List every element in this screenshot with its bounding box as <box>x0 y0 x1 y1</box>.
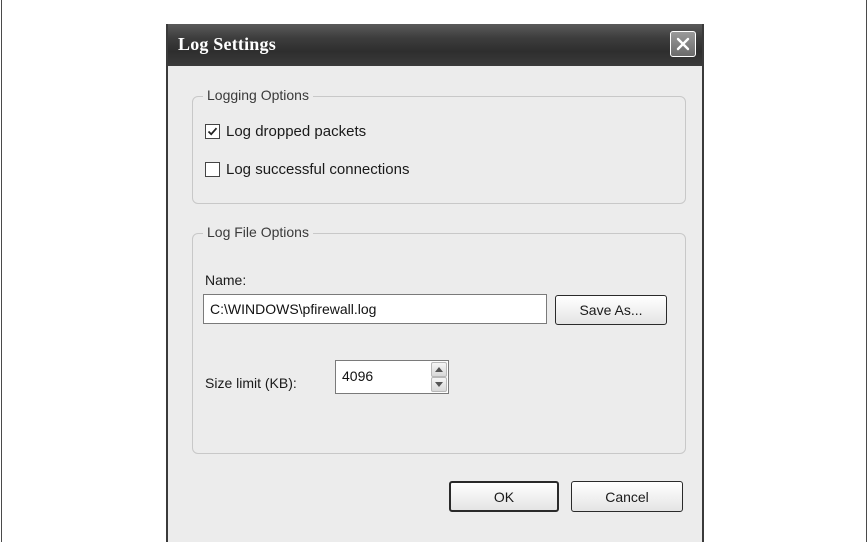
size-limit-value[interactable]: 4096 <box>342 368 373 384</box>
log-successful-connections-option[interactable]: Log successful connections <box>205 161 409 178</box>
spin-up-button[interactable] <box>431 362 447 377</box>
log-successful-connections-checkbox[interactable] <box>205 162 220 177</box>
log-dropped-packets-option[interactable]: Log dropped packets <box>205 123 366 140</box>
checkmark-icon <box>207 127 218 136</box>
log-dropped-packets-label: Log dropped packets <box>226 123 367 140</box>
cancel-label: Cancel <box>605 488 649 505</box>
log-file-options-legend: Log File Options <box>203 224 313 240</box>
title-bar[interactable]: Log Settings <box>168 24 702 66</box>
size-limit-spinner[interactable]: 4096 <box>335 360 449 394</box>
log-file-path-input[interactable] <box>203 294 547 324</box>
log-file-options-group: Log File Options Name: Save As... Size l… <box>192 224 686 454</box>
log-dropped-packets-checkbox[interactable] <box>205 124 220 139</box>
logging-options-group: Logging Options Log dropped packets Log … <box>192 87 686 204</box>
cancel-button[interactable]: Cancel <box>571 481 683 512</box>
ok-label: OK <box>493 488 515 505</box>
spin-down-button[interactable] <box>431 377 447 392</box>
log-settings-dialog: Log Settings Logging Options Log dropped… <box>166 24 704 542</box>
arrow-up-icon <box>435 367 443 372</box>
logging-options-legend: Logging Options <box>203 87 313 103</box>
close-button[interactable] <box>670 31 696 57</box>
close-icon <box>676 37 690 51</box>
ok-button[interactable]: OK <box>449 481 559 512</box>
save-as-label: Save As... <box>579 302 643 318</box>
arrow-down-icon <box>435 382 443 387</box>
dialog-title: Log Settings <box>178 34 276 54</box>
size-limit-label: Size limit (KB): <box>205 375 297 391</box>
name-label: Name: <box>205 272 247 288</box>
save-as-button[interactable]: Save As... <box>555 295 667 325</box>
log-successful-connections-label: Log successful connections <box>226 161 410 178</box>
